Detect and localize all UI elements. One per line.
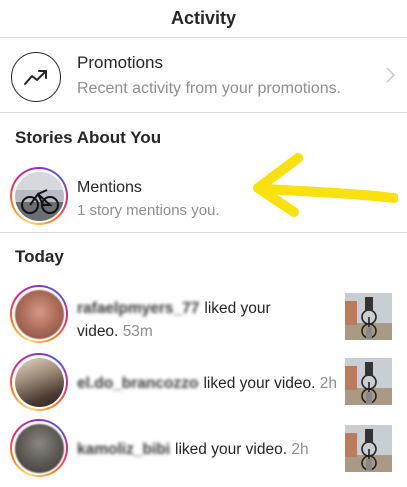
today-heading: Today bbox=[15, 247, 64, 266]
section-divider bbox=[0, 232, 407, 233]
activity-text: kamoliz_bibi liked your video. 2h bbox=[77, 438, 309, 461]
post-thumbnail[interactable] bbox=[345, 425, 392, 472]
avatar[interactable] bbox=[10, 353, 68, 411]
activity-text: rafaelpmyers_77 liked your video. 53m bbox=[77, 297, 272, 343]
page-title: Activity bbox=[170, 8, 237, 28]
timestamp: 2h bbox=[291, 441, 309, 458]
promotions-row[interactable]: Promotions Recent activity from your pro… bbox=[0, 39, 407, 113]
annotation-arrow-icon bbox=[253, 153, 398, 217]
mentions-title[interactable]: Mentions bbox=[77, 179, 142, 197]
post-thumbnail[interactable] bbox=[345, 358, 392, 405]
mentions-avatar[interactable] bbox=[10, 167, 68, 225]
timestamp: 2h bbox=[319, 375, 338, 392]
timestamp: 53m bbox=[122, 323, 153, 340]
mentions-subtitle: 1 story mentions you. bbox=[77, 202, 220, 219]
header-bar: Activity bbox=[0, 0, 407, 38]
stories-about-you-heading: Stories About You bbox=[15, 128, 162, 147]
chevron-right-icon[interactable] bbox=[386, 67, 395, 83]
promotions-title: Promotions bbox=[77, 53, 163, 72]
username[interactable]: rafaelpmyers_77 bbox=[77, 297, 199, 320]
promotions-subtitle: Recent activity from your promotions. bbox=[77, 80, 342, 97]
username[interactable]: kamoliz_bibi bbox=[77, 438, 170, 461]
username[interactable]: el.do_brancozzo bbox=[77, 372, 198, 395]
bike-photo bbox=[14, 171, 64, 221]
avatar[interactable] bbox=[10, 419, 68, 477]
trend-up-icon bbox=[11, 52, 61, 102]
post-thumbnail[interactable] bbox=[345, 293, 392, 340]
avatar[interactable] bbox=[10, 285, 68, 343]
activity-text: el.do_brancozzo liked your video. 2h bbox=[77, 372, 337, 395]
